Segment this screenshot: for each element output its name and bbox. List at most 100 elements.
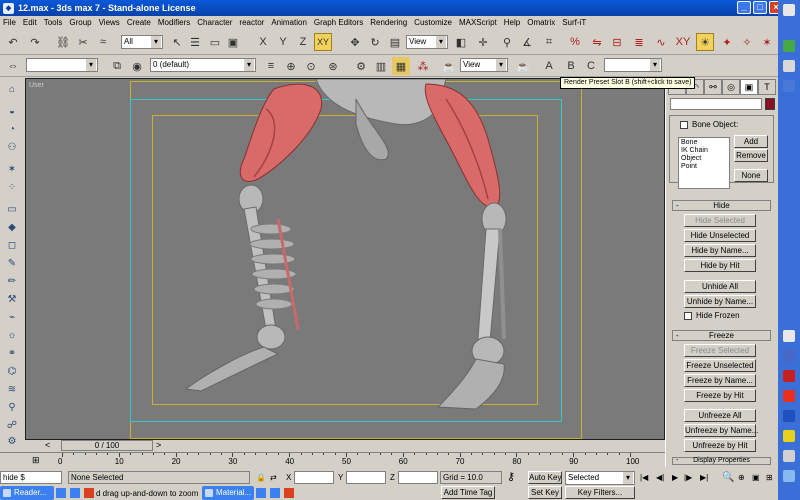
play-icon[interactable]: ▶ [672,471,678,484]
maximize-button[interactable]: □ [753,1,767,14]
tray-icon[interactable] [783,450,795,462]
modifier-icon[interactable]: ⌁ [3,309,21,325]
lock-selection-icon[interactable]: 🔒 [256,471,266,484]
percent-snap-icon[interactable]: % [566,33,584,51]
zoom-all-icon[interactable]: ⊕ [738,471,745,484]
reactor-properties-icon[interactable]: ⁂ [414,57,432,75]
unhide-all-button[interactable]: Unhide All [684,280,756,293]
named-selection-sets-dropdown[interactable] [26,58,98,72]
menu-edit[interactable]: Edit [23,18,37,27]
camera-icon[interactable]: ▭ [3,201,21,217]
taskbar-close-icon[interactable] [284,488,294,498]
render-preset-dropdown[interactable] [604,58,662,72]
time-slider-track[interactable]: 0 / 100 < > [25,440,665,452]
select-manipulate-icon[interactable]: ✛ [474,33,492,51]
quick-launch-icon[interactable] [783,60,795,72]
unlink-icon[interactable]: ✂ [74,33,92,51]
taskbar-close-icon[interactable] [84,488,94,498]
render-preset-c-icon[interactable]: C [582,57,600,75]
render-view-dropdown[interactable]: View [460,58,508,72]
track-bar[interactable]: ⊞ 0 10 20 30 40 50 60 70 80 90 100 [0,452,665,466]
lights-icon[interactable]: ◒ [3,103,21,119]
menu-character[interactable]: Character [197,18,232,27]
spacewarp-icon[interactable]: ☼ [3,327,21,343]
menu-maxscript[interactable]: MAXScript [459,18,497,27]
z-coord-field[interactable] [398,471,438,484]
menu-create[interactable]: Create [127,18,151,27]
quick-render-icon[interactable]: ✧ [738,33,756,51]
tray-icon[interactable] [783,330,795,342]
select-rotate-icon[interactable]: ↻ [366,33,384,51]
freeze-unselected-button[interactable]: Freeze Unselected [684,359,756,372]
add-to-layer-icon[interactable]: ⊕ [282,57,300,75]
unfreeze-all-button[interactable]: Unfreeze All [684,409,756,422]
auto-key-button[interactable]: Auto Key [528,471,562,484]
menu-help[interactable]: Help [504,18,520,27]
pivot-center-icon[interactable]: ◧ [452,33,470,51]
material-editor-icon[interactable]: ☀ [696,33,714,51]
y-coord-field[interactable] [346,471,386,484]
zoom-extents-all-icon[interactable]: ⊞ [766,471,773,484]
key-icon[interactable]: ⚷ [507,471,515,484]
star-icon[interactable]: ✶ [3,161,21,177]
unhide-by-name-button[interactable]: Unhide by Name... [684,295,756,308]
hierarchy-tab-icon[interactable]: ⚯ [704,79,722,95]
snap-toggle-icon[interactable]: ⚲ [498,33,516,51]
menu-omatrix[interactable]: Omatrix [527,18,555,27]
mirror-icon[interactable]: ⇋ [588,33,606,51]
tray-icon[interactable] [783,390,795,402]
freeze-by-name-button[interactable]: Freeze by Name... [684,374,756,387]
menu-animation[interactable]: Animation [271,18,307,27]
menu-modifiers[interactable]: Modifiers [158,18,190,27]
reactor-analyze-icon[interactable]: ▦ [392,57,410,75]
layer-manager-icon[interactable]: ≣ [630,33,648,51]
skeleton-model[interactable] [26,79,665,440]
reactor-preview-icon[interactable]: ▥ [372,57,390,75]
layers-icon[interactable]: ⧉ [108,57,126,75]
minimize-button[interactable]: _ [737,1,751,14]
render-preset-b-icon[interactable]: B [562,57,580,75]
select-by-name-icon[interactable]: ☰ [186,33,204,51]
rectangular-selection-icon[interactable]: ▭ [206,33,224,51]
align-icon[interactable]: ⊟ [608,33,626,51]
zoom-extents-icon[interactable]: ▣ [752,471,760,484]
track-bar-icon[interactable]: ⊞ [32,455,40,466]
slider-next-icon[interactable]: > [156,440,161,450]
wrench-icon[interactable]: ⚙ [3,433,21,449]
reference-coordinate-dropdown[interactable]: View [406,35,448,49]
list-item[interactable]: Point [681,163,727,171]
prev-frame-icon[interactable]: ◀| [656,471,664,484]
go-to-start-icon[interactable]: |◀ [640,471,648,484]
hide-selected-button[interactable]: Hide Selected [684,214,756,227]
angle-snap-icon[interactable]: ∡ [518,33,536,51]
list-item[interactable]: IK Chain Object [681,147,727,163]
menu-reactor[interactable]: reactor [239,18,264,27]
helper-icon[interactable]: ⚇ [3,139,21,155]
spinner-snap-icon[interactable]: ⌗ [540,33,558,51]
redo-icon[interactable]: ↷ [26,33,44,51]
walkthrough-icon[interactable]: ⌂ [3,81,21,97]
add-button[interactable]: Add [734,135,768,148]
taskbar-maximize-icon[interactable] [70,488,80,498]
layer-visible-icon[interactable]: ◉ [128,57,146,75]
go-to-end-icon[interactable]: ▶| [700,471,708,484]
menu-customize[interactable]: Customize [414,18,452,27]
set-current-layer-icon[interactable]: ⊛ [324,57,342,75]
user-viewport[interactable]: User [25,78,665,440]
tray-icon[interactable] [783,350,795,362]
sphere-icon[interactable]: ◔ [3,121,21,137]
shape-icon[interactable]: ◻ [3,237,21,253]
compound-icon[interactable]: ◆ [3,219,21,235]
start-icon[interactable] [783,4,795,16]
object-name-field[interactable] [670,98,762,110]
hide-category-list[interactable]: Bone IK Chain Object Point [678,137,730,189]
none-button[interactable]: None [734,169,768,182]
unfreeze-by-hit-button[interactable]: Unfreeze by Hit [684,439,756,452]
tray-icon[interactable] [783,470,795,482]
render-type-icon[interactable]: ☕ [440,57,458,75]
create-layer-icon[interactable]: ≡ [262,57,280,75]
paint-icon[interactable]: ✏ [3,273,21,289]
axis-z-button[interactable]: Z [294,33,312,51]
menu-group[interactable]: Group [69,18,91,27]
ik-icon[interactable]: ⚲ [3,399,21,415]
